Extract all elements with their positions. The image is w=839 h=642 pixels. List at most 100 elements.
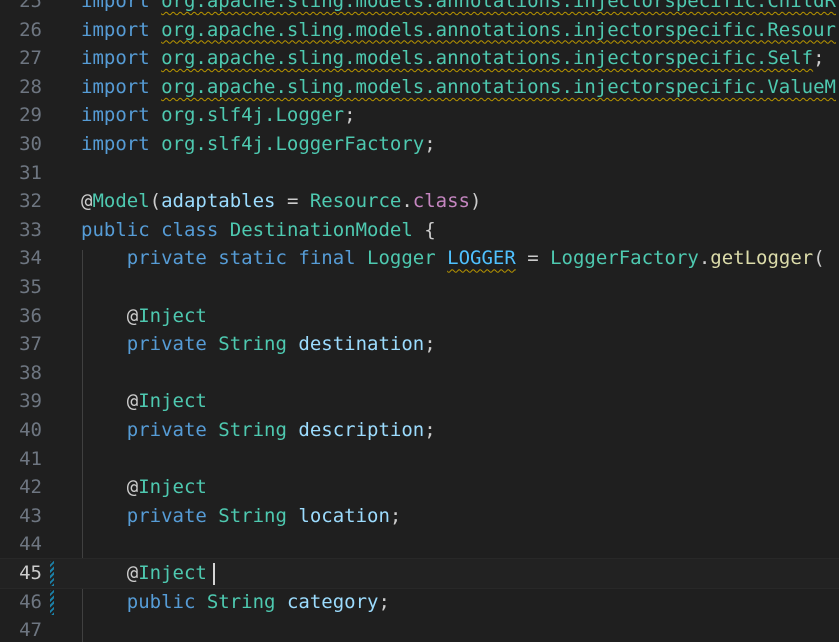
code-text: public String category; bbox=[81, 588, 390, 617]
code-token: ; bbox=[424, 133, 436, 155]
code-line[interactable]: 25 import org.apache.sling.models.annotat… bbox=[0, 0, 839, 16]
code-text: import org.apache.sling.models.annotatio… bbox=[81, 73, 836, 102]
code-line[interactable]: 40 private String description; bbox=[0, 416, 839, 445]
code-line[interactable]: 45 @Inject bbox=[0, 558, 839, 589]
code-token: ; bbox=[378, 590, 390, 613]
code-token: org.slf4j.Logger bbox=[161, 104, 345, 127]
line-number: 25 bbox=[19, 0, 42, 12]
code-line[interactable]: 34 private static final Logger LOGGER = … bbox=[0, 244, 839, 273]
line-number: 39 bbox=[19, 390, 42, 413]
code-line[interactable]: 38 bbox=[0, 359, 839, 388]
code-token: adaptables bbox=[161, 190, 276, 213]
code-line[interactable]: 26 import org.apache.sling.models.annotat… bbox=[0, 16, 839, 45]
code-line[interactable]: 30 import org.slf4j.LoggerFactory; bbox=[0, 130, 839, 159]
line-number: 46 bbox=[19, 590, 42, 613]
modified-line-marker[interactable] bbox=[50, 589, 54, 615]
code-line[interactable]: 32 @Model(adaptables = Resource.class) bbox=[0, 187, 839, 216]
code-line[interactable]: 35 bbox=[0, 273, 839, 302]
code-token: private bbox=[126, 419, 207, 441]
code-token: String bbox=[218, 333, 287, 356]
code-token: public bbox=[126, 590, 196, 613]
code-text: import org.apache.sling.models.annotatio… bbox=[81, 44, 825, 73]
code-token: private bbox=[126, 504, 207, 527]
code-token: ; bbox=[424, 419, 436, 441]
line-number: 26 bbox=[19, 18, 42, 41]
code-line[interactable]: 36 @Inject bbox=[0, 302, 839, 331]
code-line[interactable]: 33 public class DestinationModel { bbox=[0, 216, 839, 245]
code-line[interactable]: 46 public String category; bbox=[0, 588, 839, 617]
code-text: import org.apache.sling.models.annotatio… bbox=[81, 16, 836, 45]
code-token: import bbox=[81, 133, 150, 155]
code-token: String bbox=[218, 419, 287, 441]
code-token: Inject bbox=[138, 476, 207, 499]
code-editor[interactable]: 25 import org.apache.sling.models.annotat… bbox=[0, 0, 839, 642]
code-token: private bbox=[126, 247, 207, 270]
code-token: = bbox=[515, 247, 551, 270]
line-number: 43 bbox=[19, 504, 42, 527]
code-token: org.apache.sling.models.annotations.inje… bbox=[161, 0, 836, 12]
code-line[interactable]: 27 import org.apache.sling.models.annotat… bbox=[0, 44, 839, 73]
code-token: Inject bbox=[138, 562, 207, 584]
code-token: String bbox=[218, 504, 287, 527]
code-token: getLogger bbox=[710, 247, 814, 270]
code-token: org.slf4j.LoggerFactory bbox=[161, 133, 425, 155]
code-token: @ bbox=[81, 562, 139, 584]
code-token: static bbox=[218, 247, 287, 270]
code-line[interactable]: 31 bbox=[0, 159, 839, 188]
code-token: class bbox=[412, 190, 470, 213]
code-text: @Inject bbox=[81, 473, 207, 502]
line-number: 44 bbox=[19, 533, 42, 556]
code-line[interactable]: 47 bbox=[0, 616, 839, 642]
code-token: import bbox=[81, 47, 150, 70]
code-line[interactable]: 37 private String destination; bbox=[0, 330, 839, 359]
line-number: 41 bbox=[19, 447, 42, 470]
code-line[interactable]: 43 private String location; bbox=[0, 502, 839, 531]
code-line[interactable]: 28 import org.apache.sling.models.annotat… bbox=[0, 73, 839, 102]
code-line[interactable]: 39 @Inject bbox=[0, 387, 839, 416]
code-text: @Inject bbox=[81, 387, 207, 416]
code-token: Inject bbox=[138, 390, 207, 413]
code-token: import bbox=[81, 75, 150, 98]
code-token: = bbox=[275, 190, 310, 213]
text-cursor bbox=[212, 562, 215, 585]
code-token: ; bbox=[424, 333, 436, 356]
code-token: DestinationModel bbox=[229, 218, 413, 241]
code-line[interactable]: 29 import org.slf4j.Logger; bbox=[0, 101, 839, 130]
code-token: Model bbox=[92, 190, 150, 213]
code-line[interactable]: 44 bbox=[0, 530, 839, 559]
line-number: 31 bbox=[19, 161, 42, 184]
code-line[interactable]: 41 bbox=[0, 445, 839, 474]
code-token: import bbox=[81, 0, 150, 12]
line-number: 32 bbox=[19, 190, 42, 213]
code-text: @Model(adaptables = Resource.class) bbox=[81, 187, 481, 216]
code-token: private bbox=[126, 333, 207, 356]
code-token: destination bbox=[298, 333, 425, 356]
code-line[interactable]: 42 @Inject bbox=[0, 473, 839, 502]
line-number: 34 bbox=[19, 247, 42, 270]
code-text: @Inject bbox=[81, 559, 215, 588]
code-text: private String description; bbox=[81, 416, 436, 445]
code-token: String bbox=[206, 590, 276, 613]
modified-line-marker[interactable] bbox=[50, 561, 54, 586]
code-token: . bbox=[401, 190, 413, 213]
code-text: private String location; bbox=[81, 502, 402, 531]
code-token: Inject bbox=[138, 304, 207, 327]
code-token: ( bbox=[813, 247, 825, 270]
code-text: @Inject bbox=[81, 302, 207, 331]
